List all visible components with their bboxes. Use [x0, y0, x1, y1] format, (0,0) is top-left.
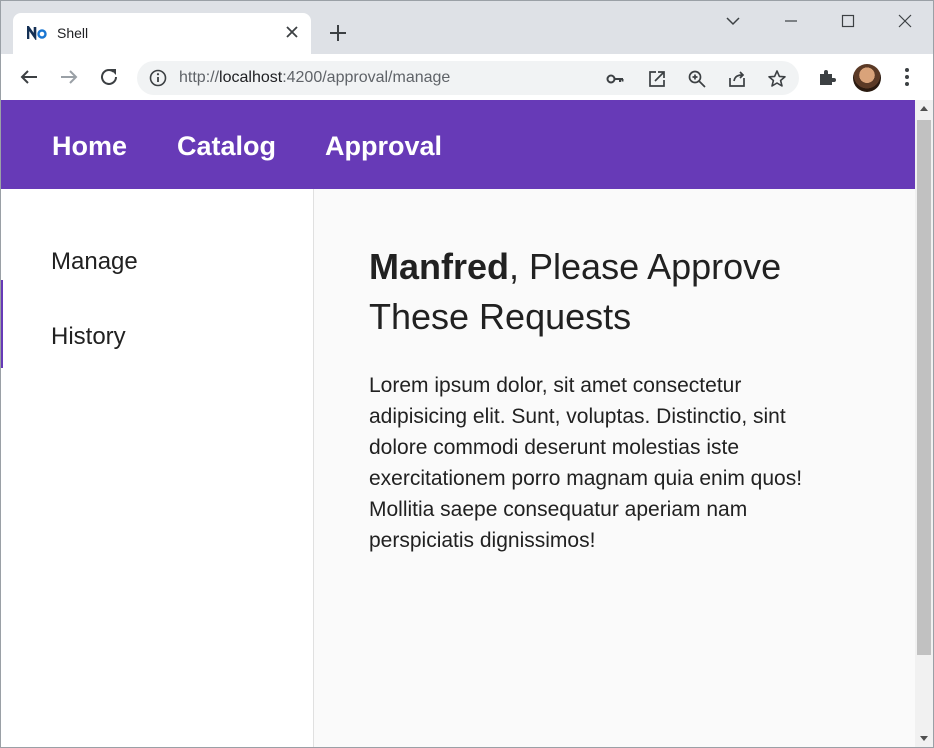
plus-icon[interactable]	[327, 22, 349, 44]
browser-toolbar: http://localhost:4200/approval/manage	[1, 54, 933, 100]
user-name: Manfred	[369, 246, 510, 287]
vertical-scrollbar[interactable]	[915, 100, 933, 747]
nav-link-approval[interactable]: Approval	[325, 131, 442, 162]
main-content: Manfred, Please Approve These Requests L…	[369, 242, 839, 556]
sidebar-item-manage[interactable]: Manage	[51, 248, 138, 276]
url-host: localhost	[219, 69, 283, 86]
url-text[interactable]: http://localhost:4200/approval/manage	[179, 69, 450, 87]
star-icon[interactable]	[767, 69, 787, 89]
info-icon[interactable]	[149, 69, 167, 87]
page-title: Manfred, Please Approve These Requests	[369, 242, 839, 342]
close-window-icon[interactable]	[893, 9, 917, 33]
description-text: Lorem ipsum dolor, sit amet consectetur …	[369, 374, 803, 552]
scroll-thumb[interactable]	[917, 120, 931, 655]
address-bar[interactable]: http://localhost:4200/approval/manage	[137, 61, 799, 95]
menu-icon[interactable]	[896, 66, 918, 88]
tab-strip: Shell	[1, 1, 933, 54]
open-external-icon[interactable]	[647, 69, 667, 89]
back-icon[interactable]	[17, 65, 41, 89]
browser-tab[interactable]: Shell	[13, 13, 311, 54]
nav-link-catalog[interactable]: Catalog	[177, 131, 276, 162]
reload-icon[interactable]	[97, 65, 121, 89]
sidebar: Manage History	[1, 189, 314, 747]
browser-window: Shell http://localhost:4200/approval/man…	[0, 0, 934, 748]
zoom-icon[interactable]	[687, 69, 707, 89]
maximize-icon[interactable]	[836, 9, 860, 33]
scroll-up-arrow-icon[interactable]	[920, 106, 928, 111]
page-viewport: Home Catalog Approval Manage History Man…	[1, 100, 915, 747]
forward-icon[interactable]	[57, 65, 81, 89]
extensions-icon[interactable]	[816, 66, 838, 88]
tab-title: Shell	[57, 25, 89, 41]
close-icon[interactable]	[283, 23, 301, 41]
avatar[interactable]	[853, 64, 881, 92]
sidebar-item-history[interactable]: History	[51, 323, 126, 351]
minimize-icon[interactable]	[779, 9, 803, 33]
url-path: :4200/approval/manage	[282, 69, 451, 86]
share-icon[interactable]	[727, 69, 747, 89]
url-scheme: http://	[179, 69, 220, 86]
nav-link-home[interactable]: Home	[52, 131, 127, 162]
sidebar-edge-accent	[1, 280, 3, 368]
favicon-icon	[27, 26, 47, 40]
scroll-down-arrow-icon[interactable]	[920, 736, 928, 741]
app-toolbar: Home Catalog Approval	[1, 100, 915, 189]
key-icon[interactable]	[605, 69, 625, 89]
chevron-down-icon[interactable]	[721, 9, 745, 33]
